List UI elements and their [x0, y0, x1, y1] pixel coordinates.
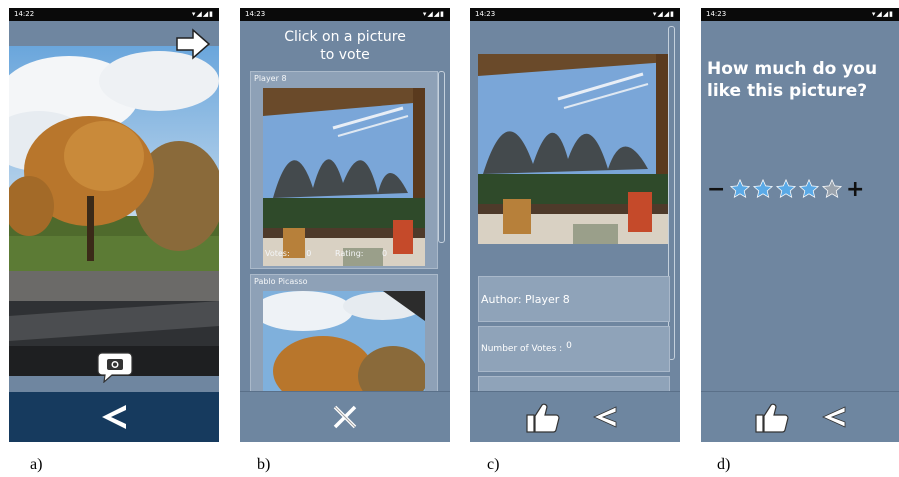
selected-photo: [478, 54, 668, 244]
back-button[interactable]: [94, 400, 134, 434]
star-filled-icon[interactable]: [729, 178, 751, 200]
rating-value: 0: [382, 249, 388, 258]
chevron-left-icon: [102, 405, 126, 429]
chevron-left-icon: [593, 406, 617, 428]
question-line-2: like this picture?: [707, 81, 868, 101]
close-icon: [333, 405, 357, 429]
votes-box: Number of Votes : 0: [478, 326, 670, 372]
capture-button[interactable]: [95, 348, 135, 384]
vote-button[interactable]: [753, 400, 793, 436]
caption-c: c): [487, 456, 500, 473]
card-photo: [263, 291, 425, 395]
vote-button[interactable]: [524, 400, 564, 436]
votes-value: 0: [306, 249, 312, 258]
status-time: 14:23: [706, 10, 727, 18]
status-time: 14:22: [14, 10, 35, 18]
status-bar: 14:23 ▾◢◢▮: [470, 8, 680, 21]
screen-c: 14:23 ▾◢◢▮ Author: Player 8 Number of Vo…: [470, 8, 680, 442]
status-icons: ▾◢◢▮: [422, 10, 445, 18]
picture-card[interactable]: Pablo Picasso: [250, 274, 438, 396]
next-button[interactable]: [173, 26, 213, 62]
star-filled-icon[interactable]: [775, 178, 797, 200]
votes-row: Votes: 0: [265, 249, 311, 258]
thumbs-up-icon: [755, 403, 789, 433]
status-icons: ▾◢◢▮: [191, 10, 214, 18]
votes-label: Votes:: [265, 249, 290, 258]
nav-bar: [470, 391, 680, 442]
screen-a: 14:22 ▾◢◢▮: [9, 8, 219, 442]
author-text: Author: Player 8: [481, 292, 570, 306]
caption-b: b): [257, 456, 271, 473]
decrease-button[interactable]: −: [707, 177, 729, 202]
card-author: Player 8: [254, 74, 287, 83]
arrow-right-icon: [176, 28, 211, 60]
increase-button[interactable]: +: [846, 177, 864, 202]
votes-label: Number of Votes :: [481, 344, 563, 354]
back-button[interactable]: [817, 402, 851, 432]
status-bar: 14:23 ▾◢◢▮: [701, 8, 899, 21]
star-filled-icon[interactable]: [752, 178, 774, 200]
author-box: Author: Player 8: [478, 276, 670, 322]
question-line-1: How much do you: [707, 59, 878, 79]
status-time: 14:23: [245, 10, 266, 18]
page-title: Click on a picture to vote: [240, 28, 450, 64]
chevron-left-icon: [822, 406, 846, 428]
caption-d: d): [717, 456, 731, 473]
nav-bar: [701, 391, 899, 442]
rating-row: Rating: 0: [335, 249, 387, 258]
back-button[interactable]: [588, 402, 622, 432]
status-time: 14:23: [475, 10, 496, 18]
caption-a: a): [30, 456, 43, 473]
close-button[interactable]: [328, 400, 362, 434]
picture-card[interactable]: Player 8 Votes: 0 Rating: 0: [250, 71, 438, 269]
rating-control: − +: [707, 174, 864, 204]
status-icons: ▾◢◢▮: [652, 10, 675, 18]
camera-icon: [97, 352, 133, 383]
star-rating[interactable]: [729, 178, 843, 200]
star-filled-icon[interactable]: [798, 178, 820, 200]
status-bar: 14:22 ▾◢◢▮: [9, 8, 219, 21]
nav-bar: [9, 392, 219, 442]
card-photo: [263, 88, 425, 266]
title-line-2: to vote: [320, 47, 370, 63]
status-bar: 14:23 ▾◢◢▮: [240, 8, 450, 21]
screen-d: 14:23 ▾◢◢▮ How much do you like this pic…: [701, 8, 899, 442]
card-author: Pablo Picasso: [254, 277, 308, 286]
star-empty-icon[interactable]: [821, 178, 843, 200]
nav-bar: [240, 391, 450, 442]
rating-label: Rating:: [335, 249, 364, 258]
title-line-1: Click on a picture: [284, 29, 406, 45]
screen-b: 14:23 ▾◢◢▮ Click on a picture to vote Pl…: [240, 8, 450, 442]
scrollbar[interactable]: [438, 71, 445, 243]
camera-preview: [9, 46, 219, 376]
rating-question: How much do you like this picture?: [707, 58, 877, 102]
status-icons: ▾◢◢▮: [871, 10, 894, 18]
votes-value: 0: [566, 341, 572, 351]
thumbs-up-icon: [526, 403, 560, 433]
